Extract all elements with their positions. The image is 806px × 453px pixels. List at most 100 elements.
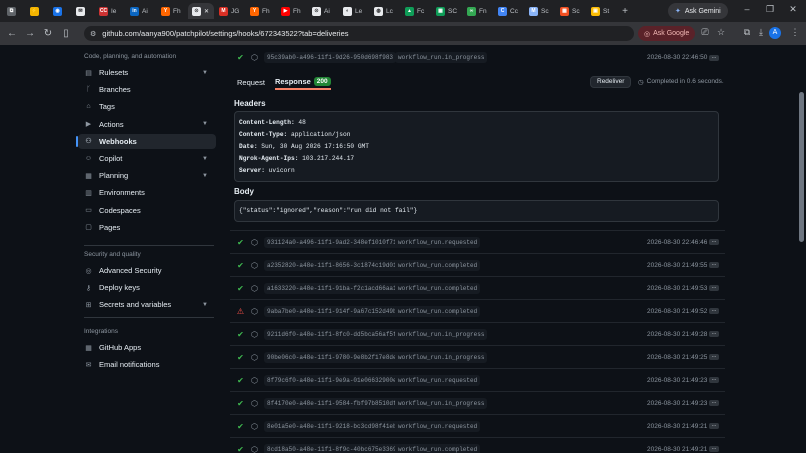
profile-avatar[interactable]: A [769,27,781,39]
more-options-button[interactable]: … [709,354,719,360]
delivery-guid[interactable]: 95c39ab0-a496-11f1-9d26-950d698f983 [264,52,397,63]
close-window-icon[interactable]: ✕ [786,4,800,15]
menu-kebab-icon[interactable]: ⋮ [788,27,802,38]
browser-tab[interactable]: ▶ Fh [277,3,307,19]
delivery-row[interactable]: ✔ ⬡ 8f4170e0-a48e-11f1-9584-fbf97b8510df wo… [230,391,725,414]
page-scrollbar[interactable] [797,47,806,453]
minimize-icon[interactable]: – [740,4,754,14]
planning-icon: ▦ [85,172,92,180]
browser-tab[interactable]: ◍ Lc [370,3,400,19]
browser-tab[interactable]: ▣ St [587,3,617,19]
delivery-guid[interactable]: 8f79c6f0-a48e-11f1-9e9a-01e06632900e [264,374,400,386]
delivery-guid[interactable]: 90be06c0-a48e-11f1-9780-9e8b2f17e8de [264,351,400,363]
site-info-icon[interactable]: ⚙ [90,30,96,38]
sidebar-item-label: Deploy keys [99,283,140,293]
browser-tab[interactable]: ⊙ Ai [308,3,338,19]
sidebar-item-webhooks[interactable]: ⚇ Webhooks [76,133,216,149]
chevron-down-icon[interactable]: ▼ [202,70,208,76]
delivery-row[interactable]: ⚠ ⬡ 9aba7be0-a48e-11f1-914f-9a67c152d49b wo… [230,299,725,322]
browser-tab[interactable]: ▦ SC [432,3,462,19]
chevron-down-icon[interactable]: ▼ [202,121,208,127]
browser-tab[interactable]: CC Ie [95,3,125,19]
delivery-guid[interactable]: 931124a0-a496-11f1-9ad2-348ef1010f71 [264,236,400,248]
ask-gemini-button[interactable]: ✦ Ask Gemini [668,3,728,19]
delivery-row[interactable]: ✔ ⬡ 8cd18a50-a48e-11f1-8f9c-40bc675e3369 wo… [230,437,725,453]
browser-tab[interactable]: ✉ [72,3,94,19]
more-options-button[interactable]: … [709,446,719,452]
new-tab-button[interactable]: + [617,6,633,17]
sidebar-item-environments[interactable]: ▥ Environments [78,185,216,200]
browser-tab[interactable]: Y Fh [246,3,276,19]
more-options-button[interactable]: … [709,377,719,383]
more-options-button[interactable]: … [709,54,719,61]
restore-icon[interactable]: ❐ [763,4,777,15]
browser-tab[interactable]: M JG [215,3,245,19]
sidebar-item-branches[interactable]: ᚴ Branches [78,82,216,97]
sidebar-panel-icon[interactable]: ▯ [57,28,75,39]
sidebar-item-rulesets[interactable]: ▤ Rulesets ▼ [78,65,216,80]
sidebar-item-deploy-keys[interactable]: ⚷ Deploy keys [78,280,216,295]
more-options-button[interactable]: … [709,262,719,268]
browser-tab[interactable]: ⚡ [26,3,48,19]
reload-icon[interactable]: ↻ [39,28,57,39]
browser-tab[interactable]: ⧉ [3,3,25,19]
scrollbar-thumb[interactable] [799,92,804,242]
sidebar-item-actions[interactable]: ▶ Actions ▼ [78,117,216,132]
browser-tab[interactable]: ▲ Fc [401,3,431,19]
tab-response[interactable]: Response 200 [274,74,331,90]
more-options-button[interactable]: … [709,331,719,337]
more-options-button[interactable]: … [709,423,719,429]
delivery-row[interactable]: ✔ ⬡ 9211d6f0-a48e-11f1-8fc0-dd5bca56af5f wo… [230,322,725,345]
sidebar-item-advanced-security[interactable]: ◎ Advanced Security [78,263,216,278]
chevron-down-icon[interactable]: ▼ [202,173,208,179]
ask-google-button[interactable]: ◎ Ask Google [638,26,696,41]
cast-icon[interactable]: ⎚ [698,27,712,38]
browser-tab[interactable]: ∞ Fn [463,3,493,19]
browser-tab[interactable]: ◉ [49,3,71,19]
more-options-button[interactable]: … [709,285,719,291]
delivery-guid[interactable]: a1633220-a48e-11f1-91ba-f2c1acd66aa1 [264,282,400,294]
delivery-guid[interactable]: a2352820-a48e-11f1-8656-3c1874c19d01 [264,259,400,271]
browser-tab[interactable]: M Sc [525,3,555,19]
browser-tab[interactable]: Y Fh [157,3,187,19]
delivery-guid[interactable]: 8cd18a50-a48e-11f1-8f9c-40bc675e3369 [264,443,400,453]
browser-tab[interactable]: ▦ Sc [556,3,586,19]
extensions-icon[interactable]: ⧉ [740,27,754,38]
forward-icon[interactable]: → [21,28,39,39]
delivery-row[interactable]: ✔ ⬡ 931124a0-a496-11f1-9ad2-348ef1010f71 wo… [230,230,725,253]
sidebar-item-pages[interactable]: ▢ Pages [78,220,216,235]
sidebar-item-planning[interactable]: ▦ Planning ▼ [78,168,216,183]
browser-tab[interactable]: ◐ Le [339,3,369,19]
sidebar-item-github-apps[interactable]: ▦ GitHub Apps [78,340,216,355]
address-bar[interactable]: ⚙ github.com/aanya900/patchpilot/setting… [84,26,634,41]
sidebar-item-secrets-and-variables[interactable]: ⊞ Secrets and variables ▼ [78,297,216,312]
downloads-icon[interactable]: ⤓ [754,27,768,38]
browser-tab[interactable]: in Ai [126,3,156,19]
close-tab-icon[interactable]: ✕ [204,8,209,15]
redeliver-button[interactable]: Redeliver [590,76,632,88]
delivery-row[interactable]: ✔ ⬡ 8f79c6f0-a48e-11f1-9e9a-01e06632900e wo… [230,368,725,391]
browser-tab[interactable]: C Cc [494,3,524,19]
delivery-row[interactable]: ✔ ⬡ 90be06c0-a48e-11f1-9780-9e8b2f17e8de wo… [230,345,725,368]
sidebar-item-copilot[interactable]: ☺ Copilot ▼ [78,151,216,166]
delivery-guid[interactable]: 9211d6f0-a48e-11f1-8fc0-dd5bca56af5f [264,328,400,340]
delivery-row[interactable]: ✔ ⬡ 8e01a5e0-a48e-11f1-9218-bc3cd98f41eb wo… [230,414,725,437]
delivery-row[interactable]: ✔ ⬡ a2352820-a48e-11f1-8656-3c1874c19d01 wo… [230,253,725,276]
sidebar-item-email-notifications[interactable]: ✉ Email notifications [78,357,216,372]
more-options-button[interactable]: … [709,308,719,314]
sidebar-item-tags[interactable]: ⌂ Tags [78,99,216,114]
bookmark-star-icon[interactable]: ☆ [714,27,728,38]
chevron-down-icon[interactable]: ▼ [202,156,208,162]
delivery-guid[interactable]: 8f4170e0-a48e-11f1-9584-fbf97b8510df [264,397,400,409]
tab-request[interactable]: Request [237,74,265,90]
sidebar-item-codespaces[interactable]: ▭ Codespaces [78,203,216,218]
browser-tab[interactable]: ⊙ ✕ [188,3,214,19]
more-options-button[interactable]: … [709,239,719,245]
delivery-row[interactable]: ✔ ⬡ a1633220-a48e-11f1-91ba-f2c1acd66aa1 wo… [230,276,725,299]
delivery-guid[interactable]: 9aba7be0-a48e-11f1-914f-9a67c152d49b [264,305,400,317]
more-options-button[interactable]: … [709,400,719,406]
back-icon[interactable]: ← [3,28,21,39]
delivery-guid[interactable]: 8e01a5e0-a48e-11f1-9218-bc3cd98f41eb [264,420,400,432]
delivery-row-expanded[interactable]: ✔ ⬡ 95c39ab0-a496-11f1-9d26-950d698f983 … [230,46,725,69]
chevron-down-icon[interactable]: ▼ [202,302,208,308]
